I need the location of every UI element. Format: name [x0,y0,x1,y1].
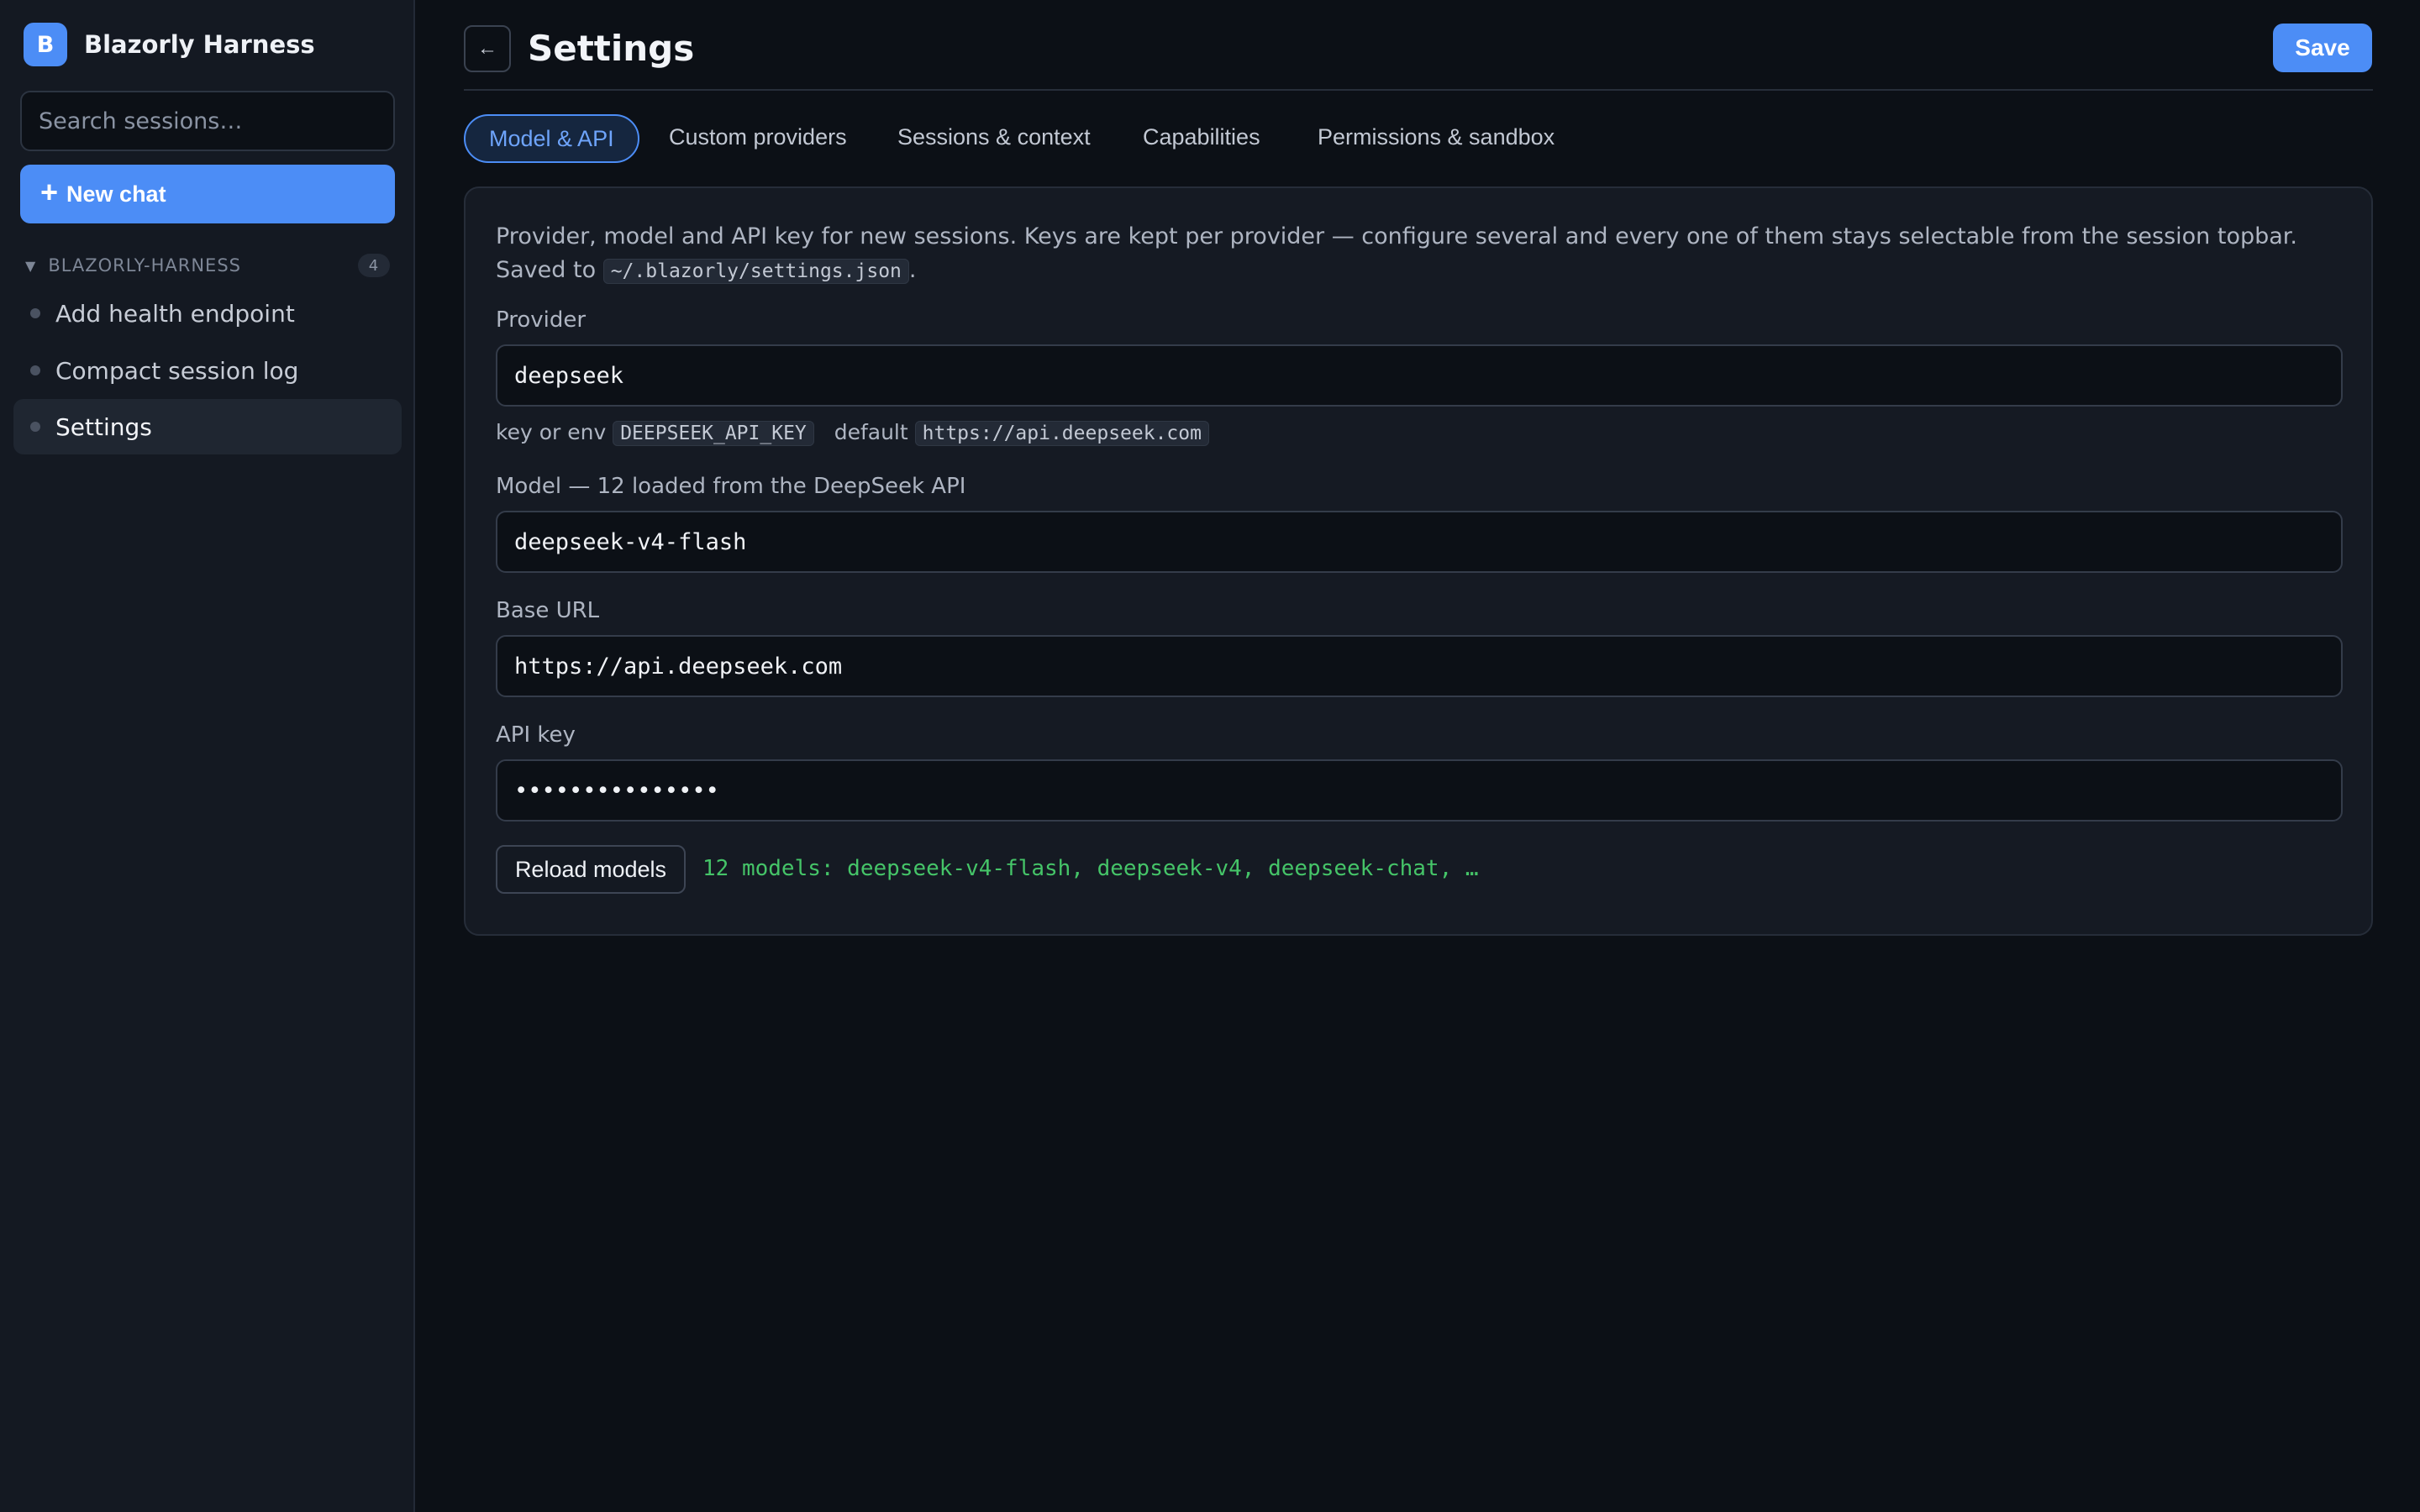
session-label: Compact session log [55,356,299,385]
session-group-name: BLAZORLY-HARNESS [48,255,241,276]
header-divider [464,89,2373,91]
description-end: . [908,257,917,283]
hint-prefix: key or env [496,420,607,444]
app-window: B Blazorly Harness + New chat ▼ BLAZORLY… [0,0,2420,1512]
panel-description: Provider, model and API key for new sess… [496,220,2328,288]
provider-hint: key or env DEEPSEEK_API_KEY default http… [496,420,1209,446]
new-chat-button[interactable]: + New chat [20,165,395,223]
back-button[interactable]: ← [464,25,511,72]
caret-down-icon: ▼ [25,257,37,274]
model-input[interactable] [496,511,2343,573]
settings-path-chip: ~/.blazorly/settings.json [602,259,909,284]
tab-permissions-sandbox[interactable]: Permissions & sandbox [1318,114,1555,163]
models-status-text: 12 models: deepseek-v4-flash, deepseek-v… [702,856,1479,881]
back-arrow-icon: ← [477,37,497,60]
session-label: Settings [55,412,152,441]
api-key-input[interactable] [496,759,2343,822]
session-dot-icon [30,422,40,432]
session-group-header[interactable]: ▼ BLAZORLY-HARNESS 4 [25,252,390,279]
api-key-label: API key [496,722,576,748]
tab-capabilities[interactable]: Capabilities [1143,114,1260,163]
search-sessions-input[interactable] [20,91,395,151]
env-var-chip: DEEPSEEK_API_KEY [613,421,814,446]
tab-custom-providers[interactable]: Custom providers [669,114,847,163]
base-url-input[interactable] [496,635,2343,697]
model-label: Model — 12 loaded from the DeepSeek API [496,474,966,499]
brand-name: Blazorly Harness [84,30,315,59]
brand-logo: B [24,23,67,66]
base-url-label: Base URL [496,598,600,623]
reload-models-button[interactable]: Reload models [496,845,686,894]
tab-sessions-context[interactable]: Sessions & context [897,114,1091,163]
provider-input[interactable] [496,344,2343,407]
session-item-compact-session-log[interactable]: Compact session log [13,343,402,398]
session-item-add-health-endpoint[interactable]: Add health endpoint [13,286,402,341]
default-url-chip: https://api.deepseek.com [914,421,1209,446]
session-item-settings[interactable]: Settings [13,399,402,454]
session-count-badge: 4 [358,254,390,277]
session-label: Add health endpoint [55,299,295,328]
tab-model-api[interactable]: Model & API [464,114,639,163]
save-button[interactable]: Save [2273,24,2372,72]
provider-label: Provider [496,307,587,333]
plus-icon: + [40,175,59,209]
sidebar: B Blazorly Harness + New chat ▼ BLAZORLY… [0,0,415,1512]
hint-default-label: default [834,420,908,444]
page-title: Settings [528,28,695,69]
new-chat-label: New chat [66,181,166,207]
settings-main: ← Settings Save Model & API Custom provi… [415,0,2420,1512]
session-dot-icon [30,365,40,375]
session-dot-icon [30,308,40,318]
model-api-panel: Provider, model and API key for new sess… [464,186,2373,936]
brand: B Blazorly Harness [24,23,315,66]
